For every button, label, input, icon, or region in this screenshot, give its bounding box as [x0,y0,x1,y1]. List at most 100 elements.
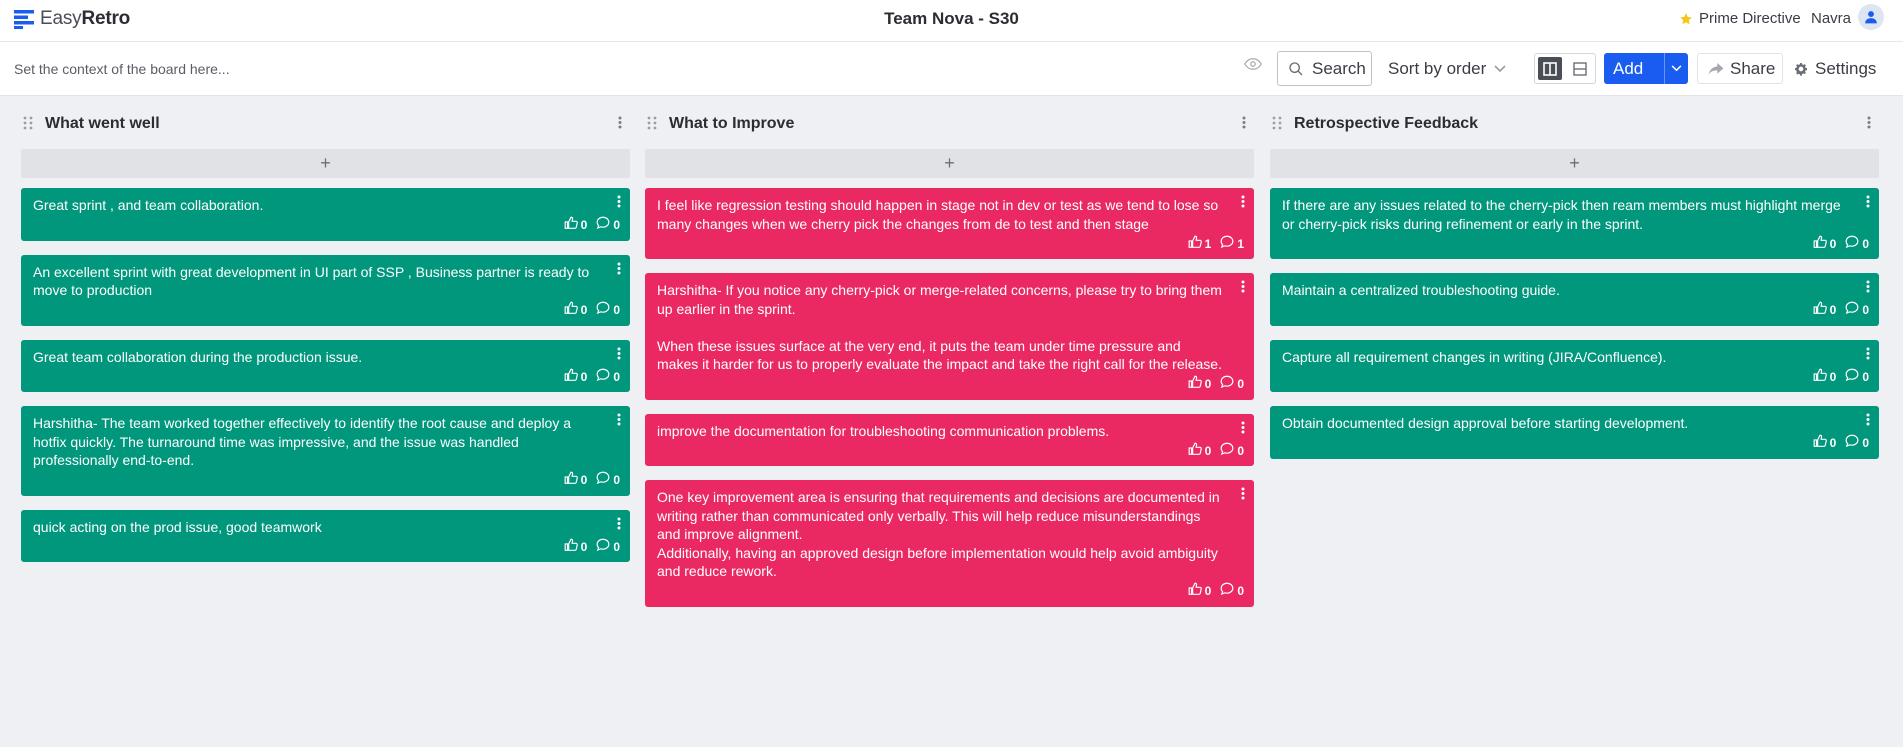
thumbs-up-icon[interactable] [1188,235,1202,254]
comment-icon[interactable] [596,538,610,557]
search-button[interactable]: Search [1277,51,1372,86]
card-menu-icon[interactable] [1241,279,1245,298]
drag-handle-icon[interactable] [647,116,657,135]
card-menu-icon[interactable] [1241,486,1245,505]
column-0: What went well + Great sprint , and team c… [21,110,630,576]
thumbs-up-icon[interactable] [1813,235,1827,254]
eye-icon[interactable] [1244,57,1262,76]
comment-icon[interactable] [1845,434,1859,453]
thumbs-up-icon[interactable] [564,368,578,387]
card-menu-icon[interactable] [1241,194,1245,213]
easyretro-logo[interactable]: EasyRetro [14,8,130,30]
thumbs-up-icon[interactable] [564,301,578,320]
columns-icon [1543,61,1557,76]
card-menu-icon[interactable] [1866,346,1870,365]
card-menu-icon[interactable] [1866,194,1870,213]
add-card-button[interactable]: + [645,149,1254,178]
settings-button[interactable]: Settings [1793,59,1876,79]
card-menu-icon[interactable] [617,261,621,280]
thumbs-up-icon[interactable] [1188,442,1202,461]
comment-icon[interactable] [1220,582,1234,601]
columns-view-button[interactable] [1538,57,1562,80]
comment-count: 0 [613,473,620,487]
thumbs-up-icon[interactable] [1188,375,1202,394]
board-title[interactable]: Team Nova - S30 [884,9,1019,28]
avatar[interactable] [1858,4,1884,30]
card-reactions: 11 [1188,235,1244,254]
comment-icon[interactable] [1845,301,1859,320]
card-reactions: 00 [564,301,620,320]
card-menu-icon[interactable] [1866,412,1870,431]
like-count: 0 [1204,377,1212,391]
column-2: Retrospective Feedback + If there are any … [1270,110,1879,473]
thumbs-up-icon[interactable] [1813,434,1827,453]
card-menu-icon[interactable] [617,346,621,365]
retro-card[interactable]: Obtain documented design approval before… [1270,406,1879,459]
column-menu-icon[interactable] [1867,116,1871,134]
add-card-button[interactable]: + [21,149,630,178]
retro-card[interactable]: Harshitha- If you notice any cherry-pick… [645,273,1254,400]
column-menu-icon[interactable] [1242,116,1246,134]
share-button[interactable]: Share [1697,53,1783,84]
settings-label: Settings [1815,59,1877,78]
comment-icon[interactable] [1220,375,1234,394]
search-icon [1289,61,1303,75]
like-count: 0 [580,539,588,554]
user-name[interactable]: Navra [1811,10,1851,27]
comment-icon[interactable] [1220,442,1234,461]
retro-card[interactable]: Capture all requirement changes in writi… [1270,339,1879,392]
column-title[interactable]: Retrospective Feedback [1294,115,1478,133]
comment-icon[interactable] [1220,235,1234,254]
card-menu-icon[interactable] [617,516,621,535]
drag-handle-icon[interactable] [23,116,33,135]
comment-icon[interactable] [596,471,610,490]
sort-dropdown[interactable]: Sort by order [1388,59,1506,79]
logo-icon [14,10,34,29]
board-context-input[interactable]: Set the context of the board here... [14,61,230,77]
add-card-button[interactable]: + [1270,149,1879,178]
column-title[interactable]: What went well [45,115,160,133]
retro-card[interactable]: If there are any issues related to the c… [1270,188,1879,259]
add-button[interactable]: Add [1604,53,1688,84]
comment-icon[interactable] [596,301,610,320]
comment-icon[interactable] [1845,235,1859,254]
retro-card[interactable]: Great sprint , and team collaboration. 0 0 [21,188,630,241]
column-title[interactable]: What to Improve [669,115,794,133]
rows-view-button[interactable] [1568,57,1592,80]
star-icon [1680,12,1692,24]
card-menu-icon[interactable] [1866,279,1870,298]
like-count: 0 [1204,584,1212,598]
comment-icon[interactable] [1845,368,1859,387]
comment-icon[interactable] [596,368,610,387]
retro-card[interactable]: quick acting on the prod issue, good tea… [21,509,630,562]
retro-card[interactable]: Maintain a centralized troubleshooting g… [1270,273,1879,326]
retro-card[interactable]: improve the documentation for troublesho… [645,413,1254,466]
thumbs-up-icon[interactable] [564,216,578,235]
thumbs-up-icon[interactable] [564,538,578,557]
card-reactions: 00 [564,471,620,490]
card-reactions: 00 [1813,434,1869,453]
thumbs-up-icon[interactable] [564,471,578,490]
thumbs-up-icon[interactable] [1188,582,1202,601]
retro-card[interactable]: Great team collaboration during the prod… [21,339,630,392]
prime-directive-link[interactable]: Prime Directive [1679,10,1801,27]
card-menu-icon[interactable] [617,412,621,431]
drag-handle-icon[interactable] [1272,116,1282,135]
retro-card[interactable]: One key improvement area is ensuring tha… [645,480,1254,607]
card-list: Great sprint , and team collaboration. 0 0… [21,188,630,562]
sort-label: Sort by order [1388,59,1487,78]
comment-icon[interactable] [596,216,610,235]
retro-card[interactable]: An excellent sprint with great developme… [21,254,630,326]
search-label: Search [1312,58,1366,78]
prime-directive-label: Prime Directive [1699,10,1801,27]
card-menu-icon[interactable] [617,194,621,213]
card-list: I feel like regression testing should ha… [645,188,1254,607]
thumbs-up-icon[interactable] [1813,368,1827,387]
card-menu-icon[interactable] [1241,420,1245,439]
thumbs-up-icon[interactable] [1813,301,1827,320]
add-dropdown-toggle[interactable] [1664,53,1688,84]
retro-card[interactable]: Harshitha- The team worked together effe… [21,406,630,496]
retro-card[interactable]: I feel like regression testing should ha… [645,188,1254,259]
comment-count: 0 [1237,377,1244,391]
column-menu-icon[interactable] [618,116,622,134]
